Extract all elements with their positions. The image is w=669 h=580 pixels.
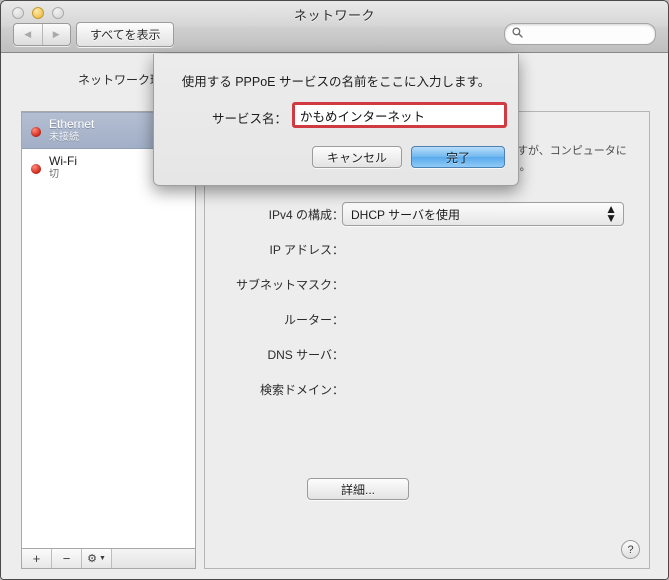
service-name-field-highlight <box>292 102 507 128</box>
popup-arrows-icon: ▲ ▼ <box>605 202 617 225</box>
form-row-router: ルーター： <box>205 311 649 346</box>
sheet-message: 使用する PPPoE サービスの名前をここに入力します。 <box>181 75 491 89</box>
ipv4-form: IPv4 の構成： DHCP サーバを使用 ▲ ▼ IP アドレス： サブネットマ… <box>205 202 649 416</box>
service-name-input[interactable] <box>295 105 504 125</box>
remove-service-button[interactable]: − <box>52 549 82 568</box>
search-field[interactable] <box>504 23 668 45</box>
back-arrow-icon[interactable]: ◀ <box>14 24 43 45</box>
form-row-subnet-mask: サブネットマスク： <box>205 276 649 311</box>
status-dot-icon <box>31 163 41 174</box>
form-row-dns-server: DNS サーバ： <box>205 346 649 381</box>
service-name-label: サービス名： <box>211 112 287 126</box>
window-titlebar: ネットワーク ◀ ▶ すべてを表示 <box>1 1 668 53</box>
ip-address-label: IP アドレス： <box>269 243 344 257</box>
show-all-button[interactable]: すべてを表示 <box>76 22 175 47</box>
pppoe-service-name-sheet: 使用する PPPoE サービスの名前をここに入力します。 サービス名： キャンセ… <box>153 54 519 186</box>
add-service-button[interactable]: + <box>22 549 52 568</box>
network-preferences-window: ネットワーク ◀ ▶ すべてを表示 ネットワーク環境： Ethernet 未接続… <box>0 0 669 580</box>
service-list-toolbar[interactable]: + − ⚙ ▼ <box>21 548 196 569</box>
ipv4-config-popup[interactable]: DHCP サーバを使用 ▲ ▼ <box>342 202 624 226</box>
search-input[interactable] <box>523 28 668 40</box>
service-state: 切 <box>49 168 59 180</box>
advanced-button[interactable]: 詳細... <box>307 478 409 500</box>
sheet-buttons: キャンセル 完了 <box>311 146 505 168</box>
back-forward-segmented-control[interactable]: ◀ ▶ <box>13 23 71 46</box>
cancel-button[interactable]: キャンセル <box>311 146 402 168</box>
dns-server-label: DNS サーバ： <box>267 348 344 362</box>
service-name: Wi-Fi <box>49 153 77 168</box>
form-row-ipv4-config: IPv4 の構成： DHCP サーバを使用 ▲ ▼ <box>205 202 649 241</box>
service-action-gear-icon[interactable]: ⚙ ▼ <box>82 549 112 568</box>
service-state: 未接続 <box>49 131 79 143</box>
form-row-ip-address: IP アドレス： <box>205 241 649 276</box>
toolbar-filler <box>112 549 195 568</box>
form-row-search-domains: 検索ドメイン： <box>205 381 649 416</box>
help-button[interactable]: ? <box>621 540 640 559</box>
done-button[interactable]: 完了 <box>411 146 505 168</box>
service-text: Ethernet 未接続 <box>49 116 95 143</box>
ipv4-config-value: DHCP サーバを使用 <box>351 207 460 222</box>
forward-arrow-icon[interactable]: ▶ <box>43 24 71 45</box>
router-label: ルーター： <box>283 313 344 327</box>
subnet-mask-label: サブネットマスク： <box>235 278 344 292</box>
ipv4-config-label: IPv4 の構成： <box>268 208 344 222</box>
status-dot-icon <box>31 126 41 137</box>
search-domains-label: 検索ドメイン： <box>259 383 344 397</box>
service-name: Ethernet <box>49 116 95 131</box>
service-text: Wi-Fi 切 <box>49 153 77 180</box>
search-icon <box>505 25 523 43</box>
